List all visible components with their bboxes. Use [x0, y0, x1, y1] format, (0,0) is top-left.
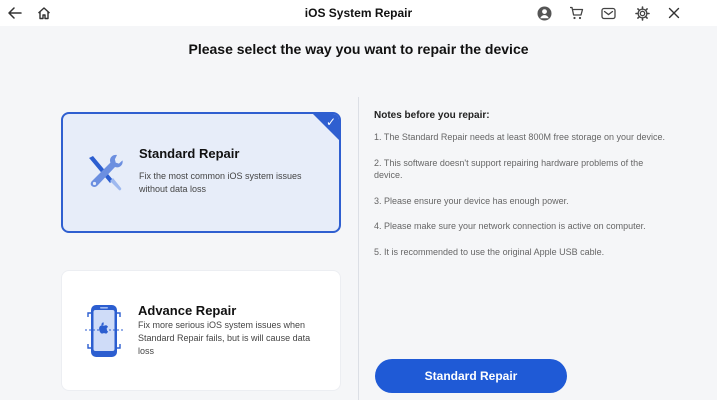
option-title: Standard Repair — [139, 146, 240, 161]
page-heading: Please select the way you want to repair… — [188, 41, 529, 57]
wrench-screwdriver-icon — [83, 150, 127, 199]
note-item: 4. Please make sure your network connect… — [374, 221, 646, 231]
option-title: Advance Repair — [138, 303, 237, 318]
title-bar: iOS System Repair — [0, 0, 717, 26]
mail-icon[interactable] — [598, 3, 618, 23]
option-description: Fix the most common iOS system issues wi… — [139, 171, 302, 194]
note-item: 2. This software doesn't support repairi… — [374, 157, 644, 181]
notes-list: 1. The Standard Repair needs at least 80… — [374, 131, 674, 271]
note-item: 3. Please ensure your device has enough … — [374, 195, 569, 206]
vertical-divider — [358, 97, 359, 400]
note-item: 5. It is recommended to use the original… — [374, 246, 605, 257]
account-icon[interactable] — [534, 3, 554, 23]
note-item: 1. The Standard Repair needs at least 80… — [374, 132, 666, 142]
iphone-scan-icon — [82, 302, 126, 367]
standard-repair-button[interactable]: Standard Repair — [375, 359, 567, 393]
standard-repair-option[interactable]: ✓ Standard Repair Fix the most common iO… — [61, 112, 341, 233]
cart-icon[interactable] — [566, 3, 586, 23]
close-icon[interactable] — [664, 3, 684, 23]
notes-title: Notes before you repair: — [374, 110, 490, 121]
advance-repair-option[interactable]: Advance Repair Fix more serious iOS syst… — [61, 270, 341, 391]
checkmark-icon: ✓ — [325, 115, 336, 129]
gear-icon[interactable] — [632, 3, 652, 23]
option-description: Fix more serious iOS system issues when … — [138, 320, 311, 356]
